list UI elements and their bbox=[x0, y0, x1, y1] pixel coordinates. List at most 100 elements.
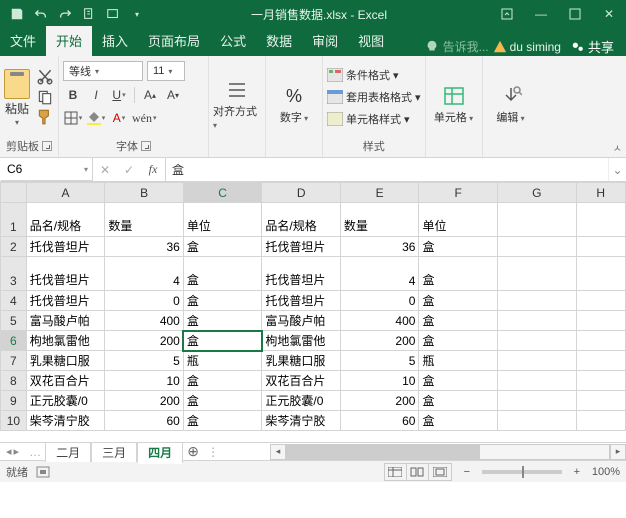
cell-E8[interactable]: 10 bbox=[340, 371, 419, 391]
italic-button[interactable]: I bbox=[86, 85, 106, 105]
paste-icon[interactable] bbox=[4, 69, 30, 99]
cell-D2[interactable]: 托伐普坦片 bbox=[262, 237, 341, 257]
cell-A8[interactable]: 双花百合片 bbox=[26, 371, 105, 391]
underline-button[interactable]: U bbox=[109, 85, 129, 105]
cell-A3[interactable]: 托伐普坦片 bbox=[26, 257, 105, 291]
save-icon[interactable] bbox=[6, 3, 28, 25]
cell-F2[interactable]: 盒 bbox=[419, 237, 498, 257]
cell-C2[interactable]: 盒 bbox=[183, 237, 262, 257]
sheet-tab-apr[interactable]: 四月 bbox=[137, 442, 183, 464]
tab-review[interactable]: 审阅 bbox=[302, 26, 348, 56]
undo-icon[interactable] bbox=[30, 3, 52, 25]
horizontal-scrollbar[interactable]: ◂ ▸ bbox=[270, 444, 626, 460]
cell-A1[interactable]: 品名/规格 bbox=[26, 203, 105, 237]
cell-G1[interactable] bbox=[497, 203, 576, 237]
open-icon[interactable] bbox=[102, 3, 124, 25]
cell-G4[interactable] bbox=[497, 291, 576, 311]
cell-C10[interactable]: 盒 bbox=[183, 411, 262, 431]
font-size-combo[interactable]: 11▾ bbox=[147, 61, 185, 81]
cell-G7[interactable] bbox=[497, 351, 576, 371]
row-header-6[interactable]: 6 bbox=[1, 331, 27, 351]
qat-customize-icon[interactable]: ▾ bbox=[126, 3, 148, 25]
cell-B8[interactable]: 10 bbox=[105, 371, 184, 391]
name-box[interactable]: C6▾ bbox=[1, 158, 93, 181]
cell-A10[interactable]: 柴芩清宁胶 bbox=[26, 411, 105, 431]
cell-B5[interactable]: 400 bbox=[105, 311, 184, 331]
zoom-out-button[interactable]: − bbox=[460, 466, 474, 478]
cell-A9[interactable]: 正元胶囊/0 bbox=[26, 391, 105, 411]
cell-C5[interactable]: 盒 bbox=[183, 311, 262, 331]
cell-A2[interactable]: 托伐普坦片 bbox=[26, 237, 105, 257]
col-header-B[interactable]: B bbox=[105, 183, 184, 203]
cell-C4[interactable]: 盒 bbox=[183, 291, 262, 311]
sheet-tab-mar[interactable]: 三月 bbox=[91, 442, 137, 462]
cell-G3[interactable] bbox=[497, 257, 576, 291]
cell-H3[interactable] bbox=[576, 257, 625, 291]
select-all-corner[interactable] bbox=[1, 183, 27, 203]
cell-A4[interactable]: 托伐普坦片 bbox=[26, 291, 105, 311]
cell-B6[interactable]: 200 bbox=[105, 331, 184, 351]
cell-H2[interactable] bbox=[576, 237, 625, 257]
page-break-view-icon[interactable] bbox=[429, 464, 451, 480]
cell-B10[interactable]: 60 bbox=[105, 411, 184, 431]
phonetic-button[interactable]: wén bbox=[132, 108, 157, 128]
cell-E3[interactable]: 4 bbox=[340, 257, 419, 291]
maximize-icon[interactable] bbox=[558, 0, 592, 28]
tab-view[interactable]: 视图 bbox=[348, 26, 394, 56]
row-header-1[interactable]: 1 bbox=[1, 203, 27, 237]
sheet-tab-feb[interactable]: 二月 bbox=[45, 442, 91, 462]
cell-F1[interactable]: 单位 bbox=[419, 203, 498, 237]
format-painter-icon[interactable] bbox=[36, 109, 54, 125]
row-header-8[interactable]: 8 bbox=[1, 371, 27, 391]
scroll-left-icon[interactable]: ◂ bbox=[270, 444, 286, 460]
font-color-button[interactable]: A bbox=[109, 108, 129, 128]
row-header-2[interactable]: 2 bbox=[1, 237, 27, 257]
cell-F4[interactable]: 盒 bbox=[419, 291, 498, 311]
cell-F3[interactable]: 盒 bbox=[419, 257, 498, 291]
paste-button[interactable]: 粘贴 bbox=[5, 100, 29, 117]
tab-layout[interactable]: 页面布局 bbox=[138, 26, 210, 56]
cell-G9[interactable] bbox=[497, 391, 576, 411]
cell-B9[interactable]: 200 bbox=[105, 391, 184, 411]
cell-A7[interactable]: 乳果糖口服 bbox=[26, 351, 105, 371]
cell-E1[interactable]: 数量 bbox=[340, 203, 419, 237]
tab-file[interactable]: 文件 bbox=[0, 26, 46, 56]
cell-C7[interactable]: 瓶 bbox=[183, 351, 262, 371]
normal-view-icon[interactable] bbox=[385, 464, 407, 480]
collapse-ribbon-icon[interactable]: ㅅ bbox=[613, 140, 622, 155]
cell-H9[interactable] bbox=[576, 391, 625, 411]
cell-F7[interactable]: 瓶 bbox=[419, 351, 498, 371]
minimize-icon[interactable]: — bbox=[524, 0, 558, 28]
cell-styles-button[interactable]: 单元格样式 ▾ bbox=[327, 109, 421, 129]
cell-E7[interactable]: 5 bbox=[340, 351, 419, 371]
col-header-G[interactable]: G bbox=[497, 183, 576, 203]
zoom-slider[interactable] bbox=[482, 470, 562, 474]
cell-H7[interactable] bbox=[576, 351, 625, 371]
grow-font-button[interactable]: A▴ bbox=[140, 85, 160, 105]
cell-D9[interactable]: 正元胶囊/0 bbox=[262, 391, 341, 411]
cell-D7[interactable]: 乳果糖口服 bbox=[262, 351, 341, 371]
zoom-in-button[interactable]: + bbox=[570, 466, 584, 478]
spreadsheet-grid[interactable]: ABCDEFGH1品名/规格数量单位品名/规格数量单位2托伐普坦片36盒托伐普坦… bbox=[0, 182, 626, 442]
new-sheet-button[interactable]: ⊕ bbox=[183, 443, 203, 460]
share-button[interactable]: 共享 bbox=[565, 37, 620, 56]
cell-B4[interactable]: 0 bbox=[105, 291, 184, 311]
table-format-button[interactable]: 套用表格格式 ▾ bbox=[327, 87, 421, 107]
cell-C1[interactable]: 单位 bbox=[183, 203, 262, 237]
cell-G6[interactable] bbox=[497, 331, 576, 351]
font-family-combo[interactable]: 等线▾ bbox=[63, 61, 143, 81]
cell-F5[interactable]: 盒 bbox=[419, 311, 498, 331]
row-header-4[interactable]: 4 bbox=[1, 291, 27, 311]
cell-A5[interactable]: 富马酸卢帕 bbox=[26, 311, 105, 331]
cell-H1[interactable] bbox=[576, 203, 625, 237]
cell-C8[interactable]: 盒 bbox=[183, 371, 262, 391]
cell-H5[interactable] bbox=[576, 311, 625, 331]
row-header-5[interactable]: 5 bbox=[1, 311, 27, 331]
confirm-edit-icon[interactable]: ✓ bbox=[117, 163, 141, 177]
cancel-edit-icon[interactable]: ✕ bbox=[93, 163, 117, 177]
col-header-D[interactable]: D bbox=[262, 183, 341, 203]
cell-G8[interactable] bbox=[497, 371, 576, 391]
scroll-right-icon[interactable]: ▸ bbox=[610, 444, 626, 460]
col-header-E[interactable]: E bbox=[340, 183, 419, 203]
cell-H10[interactable] bbox=[576, 411, 625, 431]
